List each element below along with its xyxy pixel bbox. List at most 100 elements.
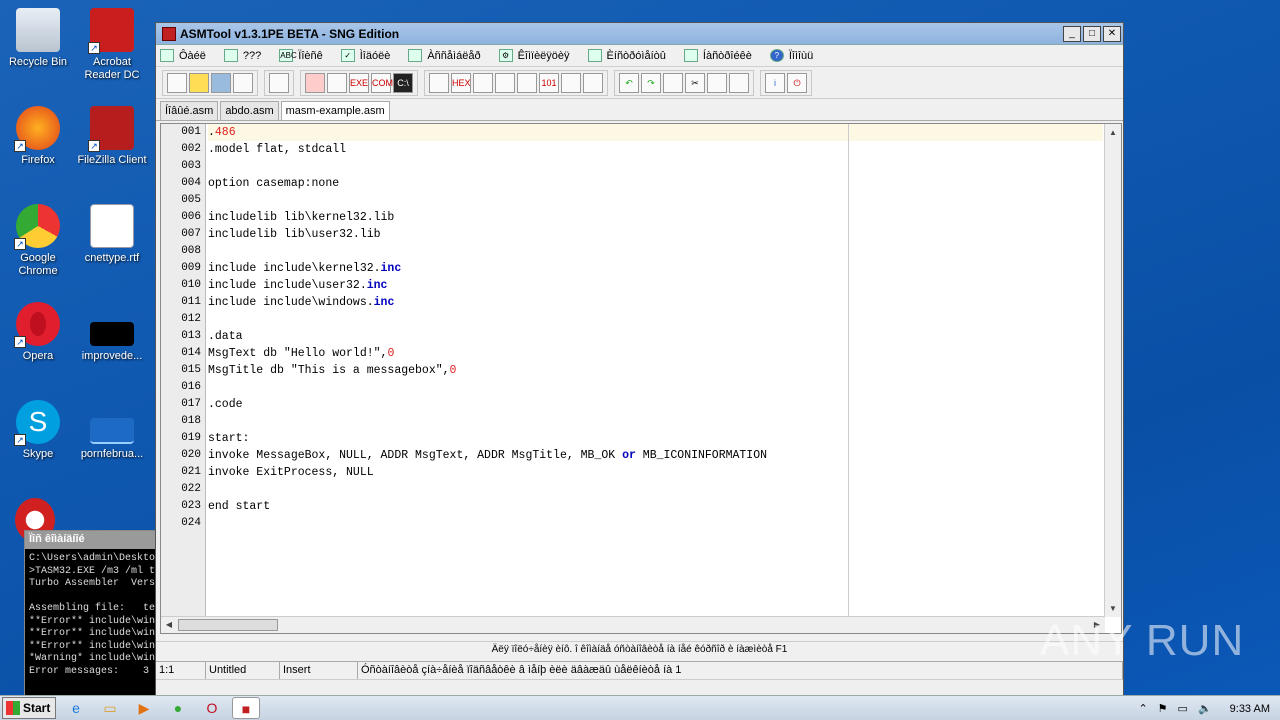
code-line[interactable] xyxy=(208,192,1103,209)
chrome-taskbar-icon[interactable]: ● xyxy=(164,697,192,719)
menu-settings[interactable]: Íàñòðîéêè xyxy=(683,49,752,62)
console-window[interactable]: Ïîñ êîìàíäíîé C:\Users\admin\Desktop\ >T… xyxy=(24,530,164,700)
desktop-icon-skype[interactable]: S ↗ Skype xyxy=(0,400,76,461)
volume-icon[interactable]: 🔈 xyxy=(1198,702,1212,715)
code-line[interactable]: include include\user32.inc xyxy=(208,277,1103,294)
menu-file[interactable]: Ôàéë xyxy=(160,49,206,62)
copy-icon[interactable] xyxy=(663,72,683,93)
maximize-button[interactable]: □ xyxy=(1083,25,1101,42)
open-folder-icon[interactable] xyxy=(189,72,209,93)
desktop-icon-recycle-bin[interactable]: Recycle Bin xyxy=(0,8,76,69)
undo-icon[interactable]: ↶ xyxy=(619,72,639,93)
code-editor[interactable]: 001 002 003 004 005 006 007 008 009 010 011 012 013 0… xyxy=(160,123,1122,634)
build-options-icon[interactable] xyxy=(327,72,347,93)
select-all-icon[interactable] xyxy=(729,72,749,93)
code-line[interactable] xyxy=(208,243,1103,260)
code-line[interactable] xyxy=(208,379,1103,396)
scroll-up-icon[interactable]: ▲ xyxy=(1105,124,1121,141)
code-line[interactable]: .data xyxy=(208,328,1103,345)
settings-icon[interactable] xyxy=(473,72,493,93)
code-line[interactable] xyxy=(208,311,1103,328)
desktop-icon-acrobat[interactable]: ↗ Acrobat Reader DC xyxy=(74,8,150,82)
exe-icon[interactable]: EXE xyxy=(349,72,369,93)
horizontal-scrollbar[interactable]: ◀ ▶ xyxy=(161,616,1105,633)
code-line[interactable]: MsgText db "Hello world!",0 xyxy=(208,345,1103,362)
power-icon[interactable]: ⏻ xyxy=(787,72,807,93)
tray-expand-icon[interactable]: ⌃ xyxy=(1138,702,1147,715)
binary-icon[interactable]: 101 xyxy=(539,72,559,93)
explorer-icon[interactable]: ▭ xyxy=(96,697,124,719)
action-center-flag-icon[interactable]: ⚑ xyxy=(1158,702,1168,715)
desktop-icon-pornfebrua[interactable]: pornfebrua... xyxy=(74,400,150,461)
menu-edit[interactable]: ??? xyxy=(223,49,261,62)
console-output: C:\Users\admin\Desktop\ >TASM32.EXE /m3 … xyxy=(29,553,163,677)
code-line[interactable]: includelib lib\user32.lib xyxy=(208,226,1103,243)
save-all-icon[interactable] xyxy=(233,72,253,93)
code-line[interactable]: include include\windows.inc xyxy=(208,294,1103,311)
code-line[interactable]: include include\kernel32.inc xyxy=(208,260,1103,277)
menu-tools[interactable]: Èíñòðóìåíòû xyxy=(587,49,666,62)
menu-assembler[interactable]: Àññåìáëåð xyxy=(408,49,481,62)
save-icon[interactable] xyxy=(211,72,231,93)
menu-search[interactable]: ABC Ïîèñê xyxy=(279,49,323,62)
desktop-icon-improvede[interactable]: improvede... xyxy=(74,302,150,363)
scroll-thumb[interactable] xyxy=(178,619,278,631)
desktop-icon-cnettype[interactable]: cnettype.rtf xyxy=(74,204,150,265)
asmtool-window[interactable]: ASMTool v1.3.1PE BETA - SNG Edition _ □ … xyxy=(155,22,1124,697)
title-bar[interactable]: ASMTool v1.3.1PE BETA - SNG Edition _ □ … xyxy=(156,23,1123,45)
scroll-left-icon[interactable]: ◀ xyxy=(161,617,177,633)
asmtool-taskbar-icon[interactable]: ■ xyxy=(232,697,260,719)
clock[interactable]: 9:33 AM xyxy=(1230,703,1270,715)
checklist-icon[interactable] xyxy=(517,72,537,93)
code-line[interactable] xyxy=(208,413,1103,430)
new-file-icon[interactable] xyxy=(167,72,187,93)
tab-new-asm[interactable]: Íîâûé.asm xyxy=(160,101,219,120)
document-icon[interactable] xyxy=(495,72,515,93)
hammer-icon[interactable] xyxy=(305,72,325,93)
debug-icon[interactable] xyxy=(583,72,603,93)
code-line[interactable]: .486 xyxy=(208,124,1103,141)
print-icon[interactable] xyxy=(269,72,289,93)
code-line[interactable]: includelib lib\kernel32.lib xyxy=(208,209,1103,226)
media-player-icon[interactable]: ▶ xyxy=(130,697,158,719)
code-line[interactable] xyxy=(208,481,1103,498)
code-line[interactable]: invoke MessageBox, NULL, ADDR MsgText, A… xyxy=(208,447,1103,464)
code-area[interactable]: .486 .model flat, stdcall option casemap:… xyxy=(208,124,1103,617)
opera-taskbar-icon[interactable]: O xyxy=(198,697,226,719)
code-line[interactable]: .model flat, stdcall xyxy=(208,141,1103,158)
console-icon[interactable]: C:\ xyxy=(393,72,413,93)
menu-compile[interactable]: ⚙ Êîìïèëÿöèÿ xyxy=(498,49,570,62)
desktop-icon-opera[interactable]: ↗ Opera xyxy=(0,302,76,363)
calculator-icon[interactable] xyxy=(429,72,449,93)
minimize-button[interactable]: _ xyxy=(1063,25,1081,42)
cut-icon[interactable]: ✂ xyxy=(685,72,705,93)
code-line[interactable]: end start xyxy=(208,498,1103,515)
code-line[interactable]: start: xyxy=(208,430,1103,447)
redo-icon[interactable]: ↷ xyxy=(641,72,661,93)
scroll-down-icon[interactable]: ▼ xyxy=(1105,600,1121,617)
ie-icon[interactable]: e xyxy=(62,697,90,719)
close-button[interactable]: ✕ xyxy=(1103,25,1121,42)
code-line[interactable] xyxy=(208,158,1103,175)
code-line[interactable] xyxy=(208,515,1103,532)
menu-modules[interactable]: ✓ Ìîäóëè xyxy=(340,49,390,62)
code-line[interactable]: MsgTitle db "This is a messagebox",0 xyxy=(208,362,1103,379)
info-icon[interactable]: i xyxy=(765,72,785,93)
desktop-icon-filezilla[interactable]: ↗ FileZilla Client xyxy=(74,106,150,167)
hex-icon[interactable]: HEX xyxy=(451,72,471,93)
code-line[interactable]: option casemap:none xyxy=(208,175,1103,192)
start-button[interactable]: Start xyxy=(2,697,56,719)
network-icon[interactable]: ▭ xyxy=(1178,702,1188,715)
tab-abdo-asm[interactable]: abdo.asm xyxy=(220,101,279,120)
eraser-icon[interactable] xyxy=(561,72,581,93)
tab-masm-example-asm[interactable]: masm-example.asm xyxy=(280,101,390,120)
vertical-scrollbar[interactable]: ▲ ▼ xyxy=(1104,124,1121,617)
bottom-scrollbar[interactable] xyxy=(156,679,1123,696)
code-line[interactable]: invoke ExitProcess, NULL xyxy=(208,464,1103,481)
menu-help[interactable]: ? Ïîìîùü xyxy=(769,49,813,62)
desktop-icon-chrome[interactable]: ↗ Google Chrome xyxy=(0,204,76,278)
desktop-icon-firefox[interactable]: ↗ Firefox xyxy=(0,106,76,167)
com-icon[interactable]: COM xyxy=(371,72,393,93)
paste-icon[interactable] xyxy=(707,72,727,93)
code-line[interactable]: .code xyxy=(208,396,1103,413)
